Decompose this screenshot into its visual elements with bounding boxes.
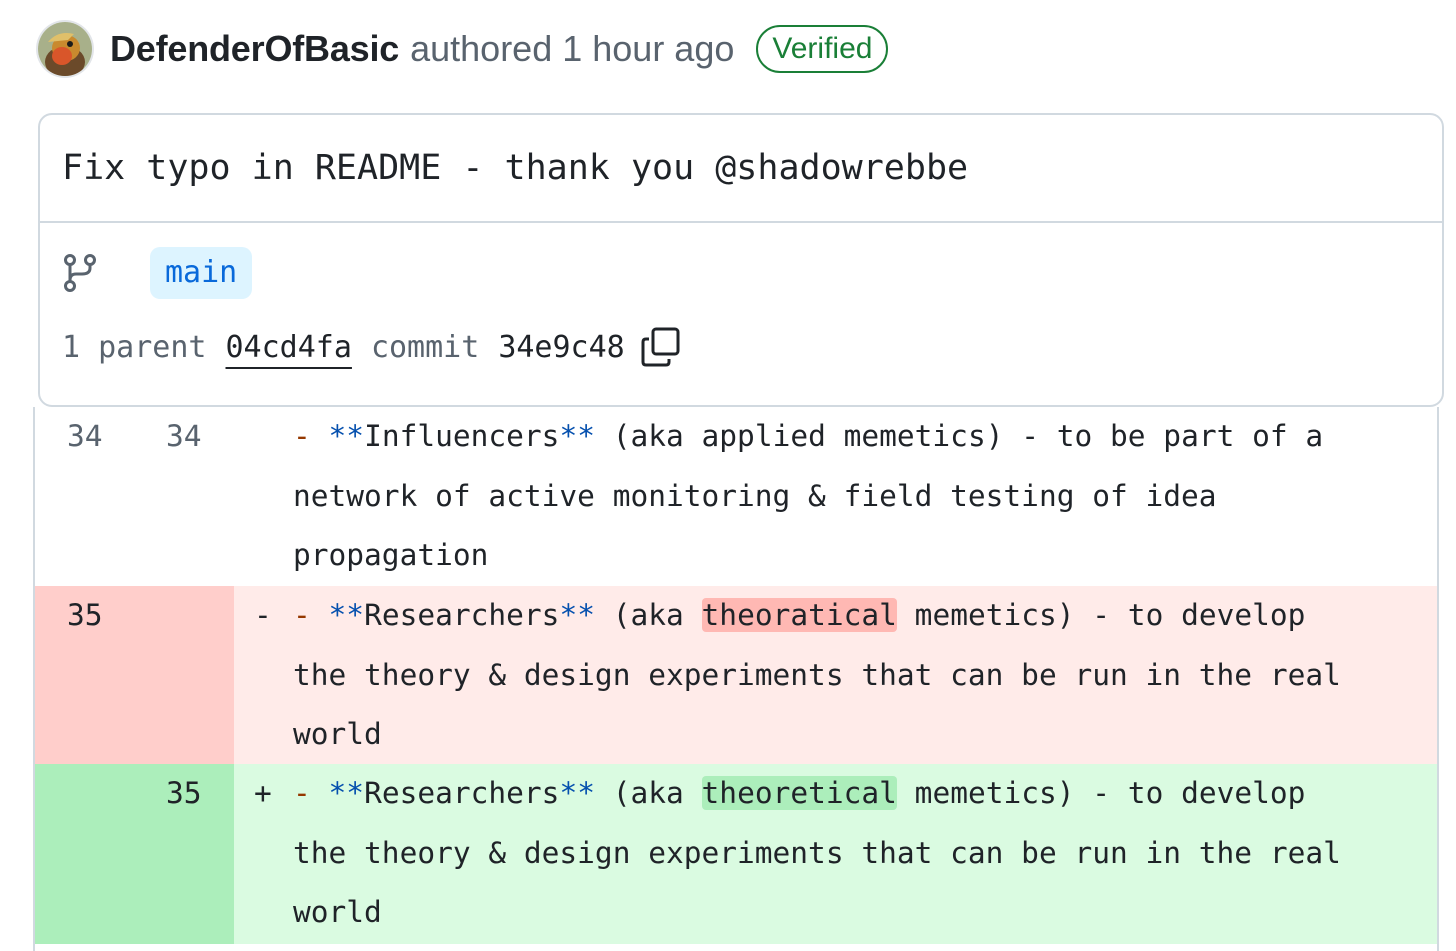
md-bold-close: **	[559, 776, 595, 810]
diff-code: - **Researchers** (aka theoretical memet…	[293, 764, 1393, 943]
diff-context-row: 34 34 - **Influencers** (aka applied mem…	[35, 407, 1437, 586]
line-number-gutter	[35, 407, 234, 586]
md-list-dash: -	[293, 776, 311, 810]
md-bold-word: Researchers	[364, 776, 560, 810]
line-number-gutter	[35, 764, 234, 944]
md-list-dash: -	[293, 598, 311, 632]
commit-info-box: Fix typo in README - thank you @shadowre…	[38, 113, 1444, 407]
deletion-marker: -	[254, 598, 272, 632]
md-bold-close: **	[559, 419, 595, 453]
line-text: (aka	[594, 598, 702, 632]
md-bold-open: **	[328, 598, 365, 632]
commit-meta: 1 parent 04cd4fa commit 34e9c48	[62, 327, 681, 367]
branch-row: main	[62, 247, 253, 299]
author-name[interactable]: DefenderOfBasic	[110, 28, 399, 70]
md-bold-word: Researchers	[364, 598, 560, 632]
added-word-highlight: theoretical	[701, 776, 897, 810]
authored-time: authored 1 hour ago	[410, 28, 735, 69]
md-bold-open: **	[328, 776, 365, 810]
copy-icon[interactable]	[641, 327, 681, 367]
parent-label: 1 parent	[62, 329, 207, 365]
line-text: the theory & design experiments that can…	[293, 657, 1341, 692]
diff-code: - **Researchers** (aka theoratical memet…	[293, 586, 1393, 765]
author-avatar[interactable]	[38, 22, 92, 76]
line-text: (aka applied memetics) - to be part of a	[594, 419, 1324, 453]
line-text: world	[293, 895, 382, 929]
old-line-number[interactable]: 35	[67, 586, 103, 646]
diff-addition-row: 35 + - **Researchers** (aka theoretical …	[35, 764, 1437, 944]
line-text: propagation	[293, 538, 489, 572]
line-text: the theory & design experiments that can…	[293, 835, 1341, 870]
git-branch-icon	[64, 254, 96, 292]
new-line-number[interactable]: 35	[166, 764, 202, 824]
deleted-word-highlight: theoratical	[701, 598, 897, 632]
md-list-dash: -	[293, 419, 311, 453]
line-text: memetics) - to develop	[896, 598, 1306, 632]
old-line-number[interactable]: 34	[67, 407, 103, 467]
md-bold-close: **	[559, 598, 595, 632]
parent-sha-link[interactable]: 04cd4fa	[226, 330, 352, 365]
line-text: network of active monitoring & field tes…	[293, 478, 1217, 513]
commit-title: Fix typo in README - thank you @shadowre…	[40, 115, 1442, 223]
verified-badge[interactable]: Verified	[756, 25, 889, 73]
addition-marker: +	[254, 776, 272, 810]
line-text: world	[293, 717, 382, 751]
branch-label-main[interactable]: main	[150, 247, 253, 299]
line-number-gutter	[35, 586, 234, 764]
line-text: memetics) - to develop	[896, 776, 1306, 810]
new-line-number[interactable]: 34	[166, 407, 202, 467]
diff-code: - **Influencers** (aka applied memetics)…	[293, 407, 1393, 586]
md-bold-open: **	[328, 419, 365, 453]
commit-label: commit	[370, 329, 480, 365]
diff-view: 34 34 - **Influencers** (aka applied mem…	[33, 407, 1439, 951]
md-bold-word: Influencers	[364, 419, 560, 453]
line-text: (aka	[594, 776, 702, 810]
commit-sha: 34e9c48	[498, 329, 625, 365]
diff-deletion-row: 35 - - **Researchers** (aka theoratical …	[35, 586, 1437, 764]
commit-header: DefenderOfBasic authored 1 hour ago Veri…	[38, 20, 889, 78]
